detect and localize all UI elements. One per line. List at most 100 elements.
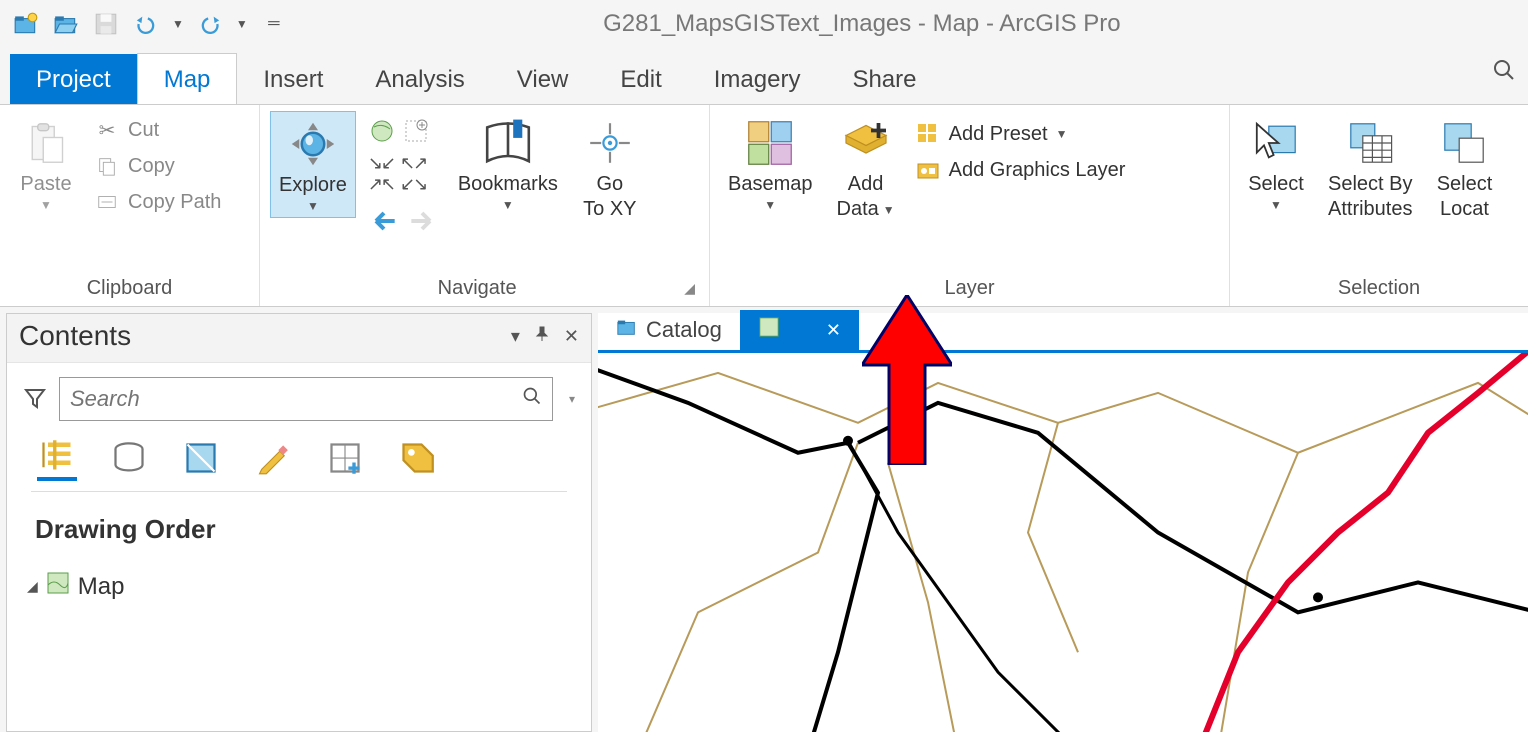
crosshair-icon xyxy=(582,115,638,171)
add-graphics-label: Add Graphics Layer xyxy=(949,159,1126,182)
contents-pane: Contents ▾ ✕ ▾ xyxy=(6,313,592,732)
map-view-area: Catalog Map ✕ xyxy=(598,313,1528,732)
select-by-attributes-button[interactable]: Select By Attributes xyxy=(1320,111,1420,225)
copy-path-label: Copy Path xyxy=(128,191,221,214)
pane-pin-icon[interactable] xyxy=(534,326,550,347)
group-label-selection: Selection xyxy=(1240,273,1518,304)
zoom-in-arrows-icon[interactable]: ↘↙↗↖ xyxy=(368,153,394,195)
bookmarks-button[interactable]: Bookmarks ▼ xyxy=(450,111,566,216)
bookmarks-label: Bookmarks xyxy=(458,173,558,196)
full-extent-icon[interactable] xyxy=(368,117,396,149)
zoom-out-arrows-icon[interactable]: ↖↗↙↘ xyxy=(400,153,426,195)
group-layer: Basemap ▼ Add Data ▼ xyxy=(710,105,1230,306)
catalog-tab-label: Catalog xyxy=(646,317,722,343)
tab-analysis[interactable]: Analysis xyxy=(349,54,490,104)
expand-icon[interactable]: ◢ xyxy=(27,578,38,595)
undo-dropdown-icon[interactable]: ▼ xyxy=(172,17,184,31)
go-to-xy-label2: To XY xyxy=(583,198,636,221)
toc-view-tabs xyxy=(7,435,591,481)
group-label-clipboard: Clipboard xyxy=(10,273,249,304)
tab-project[interactable]: Project xyxy=(10,54,137,104)
select-icon xyxy=(1248,115,1304,171)
qat-customize-icon[interactable]: ═ xyxy=(260,10,288,38)
ribbon-search-icon[interactable] xyxy=(1492,58,1516,88)
group-selection: Select ▼ Select By Attributes Select Loc… xyxy=(1230,105,1528,306)
navigate-dialog-launcher-icon[interactable]: ◢ xyxy=(684,280,699,297)
paste-button[interactable]: Paste ▼ xyxy=(10,111,82,216)
contents-search-box[interactable] xyxy=(59,377,553,421)
tab-map[interactable]: Map xyxy=(137,53,238,104)
group-label-navigate: Navigate xyxy=(270,273,684,304)
contents-search-input[interactable] xyxy=(70,386,522,412)
copy-label: Copy xyxy=(128,155,175,178)
map-node[interactable]: ◢ Map xyxy=(7,567,591,606)
paste-label: Paste xyxy=(20,173,71,196)
basemap-button[interactable]: Basemap ▼ xyxy=(720,111,821,216)
explore-button[interactable]: Explore ▼ xyxy=(270,111,356,218)
bookmarks-dropdown-icon: ▼ xyxy=(502,198,514,212)
pane-options-icon[interactable]: ▾ xyxy=(511,326,520,347)
list-by-editing-icon[interactable] xyxy=(253,441,293,481)
search-icon[interactable] xyxy=(522,386,542,412)
go-to-xy-button[interactable]: Go To XY xyxy=(574,111,646,225)
select-by-loc-label1: Select xyxy=(1437,173,1493,196)
search-options-icon[interactable]: ▾ xyxy=(563,392,575,406)
open-project-icon[interactable] xyxy=(52,10,80,38)
quick-access-toolbar: ▼ ▼ ═ xyxy=(12,10,288,38)
select-by-location-icon xyxy=(1436,115,1492,171)
tab-edit[interactable]: Edit xyxy=(594,54,687,104)
filter-icon[interactable] xyxy=(23,386,49,412)
new-project-icon[interactable] xyxy=(12,10,40,38)
tab-imagery[interactable]: Imagery xyxy=(688,54,827,104)
title-bar: ▼ ▼ ═ G281_MapsGISText_Images - Map - Ar… xyxy=(0,0,1528,48)
copy-button[interactable]: Copy xyxy=(90,151,225,181)
list-by-snapping-icon[interactable] xyxy=(325,441,365,481)
add-data-dropdown-icon: ▼ xyxy=(883,203,895,217)
select-by-loc-label2: Locat xyxy=(1440,198,1489,221)
add-graphics-layer-button[interactable]: Add Graphics Layer xyxy=(911,155,1130,185)
preset-icon xyxy=(915,121,941,147)
add-data-button[interactable]: Add Data ▼ xyxy=(829,111,903,225)
document-tabs: Catalog Map ✕ xyxy=(598,313,1528,353)
ribbon-body: Paste ▼ ✂ Cut Copy Copy xyxy=(0,104,1528,307)
select-by-attributes-icon xyxy=(1342,115,1398,171)
add-preset-label: Add Preset xyxy=(949,123,1048,146)
doc-tab-map[interactable]: Map ✕ xyxy=(740,310,859,350)
tab-insert[interactable]: Insert xyxy=(237,54,349,104)
save-icon[interactable] xyxy=(92,10,120,38)
basemap-label: Basemap xyxy=(728,173,813,196)
select-by-location-button[interactable]: Select Locat xyxy=(1428,111,1500,225)
select-dropdown-icon: ▼ xyxy=(1270,198,1282,212)
copy-path-button[interactable]: Copy Path xyxy=(90,187,225,217)
undo-icon[interactable] xyxy=(132,10,160,38)
catalog-tab-icon xyxy=(616,316,638,344)
map-tab-icon xyxy=(758,316,780,344)
list-by-drawing-order-icon[interactable] xyxy=(37,441,77,481)
redo-dropdown-icon[interactable]: ▼ xyxy=(236,17,248,31)
fixed-zoom-in-icon[interactable] xyxy=(402,117,430,149)
group-clipboard: Paste ▼ ✂ Cut Copy Copy xyxy=(0,105,260,306)
next-extent-icon[interactable] xyxy=(406,205,438,241)
list-by-selection-icon[interactable] xyxy=(181,441,221,481)
cut-button[interactable]: ✂ Cut xyxy=(90,115,225,145)
basemap-icon xyxy=(742,115,798,171)
contents-title: Contents xyxy=(19,320,131,352)
basemap-dropdown-icon: ▼ xyxy=(764,198,776,212)
pane-close-icon[interactable]: ✕ xyxy=(564,326,579,347)
tab-share[interactable]: Share xyxy=(826,54,942,104)
map-canvas[interactable] xyxy=(598,353,1528,732)
select-button[interactable]: Select ▼ xyxy=(1240,111,1312,216)
prev-extent-icon[interactable] xyxy=(368,205,400,241)
paste-dropdown-icon: ▼ xyxy=(40,198,52,212)
tab-view[interactable]: View xyxy=(491,54,595,104)
go-to-xy-label1: Go xyxy=(597,173,624,196)
add-preset-button[interactable]: Add Preset ▼ xyxy=(911,119,1130,149)
contents-header: Contents ▾ ✕ xyxy=(7,314,591,363)
list-by-source-icon[interactable] xyxy=(109,441,149,481)
redo-icon[interactable] xyxy=(196,10,224,38)
list-by-labeling-icon[interactable] xyxy=(397,441,437,481)
doc-tab-catalog[interactable]: Catalog xyxy=(598,310,740,350)
map-frame-icon xyxy=(46,571,70,602)
select-by-attr-label2: Attributes xyxy=(1328,198,1412,221)
explore-dropdown-icon: ▼ xyxy=(307,199,319,213)
